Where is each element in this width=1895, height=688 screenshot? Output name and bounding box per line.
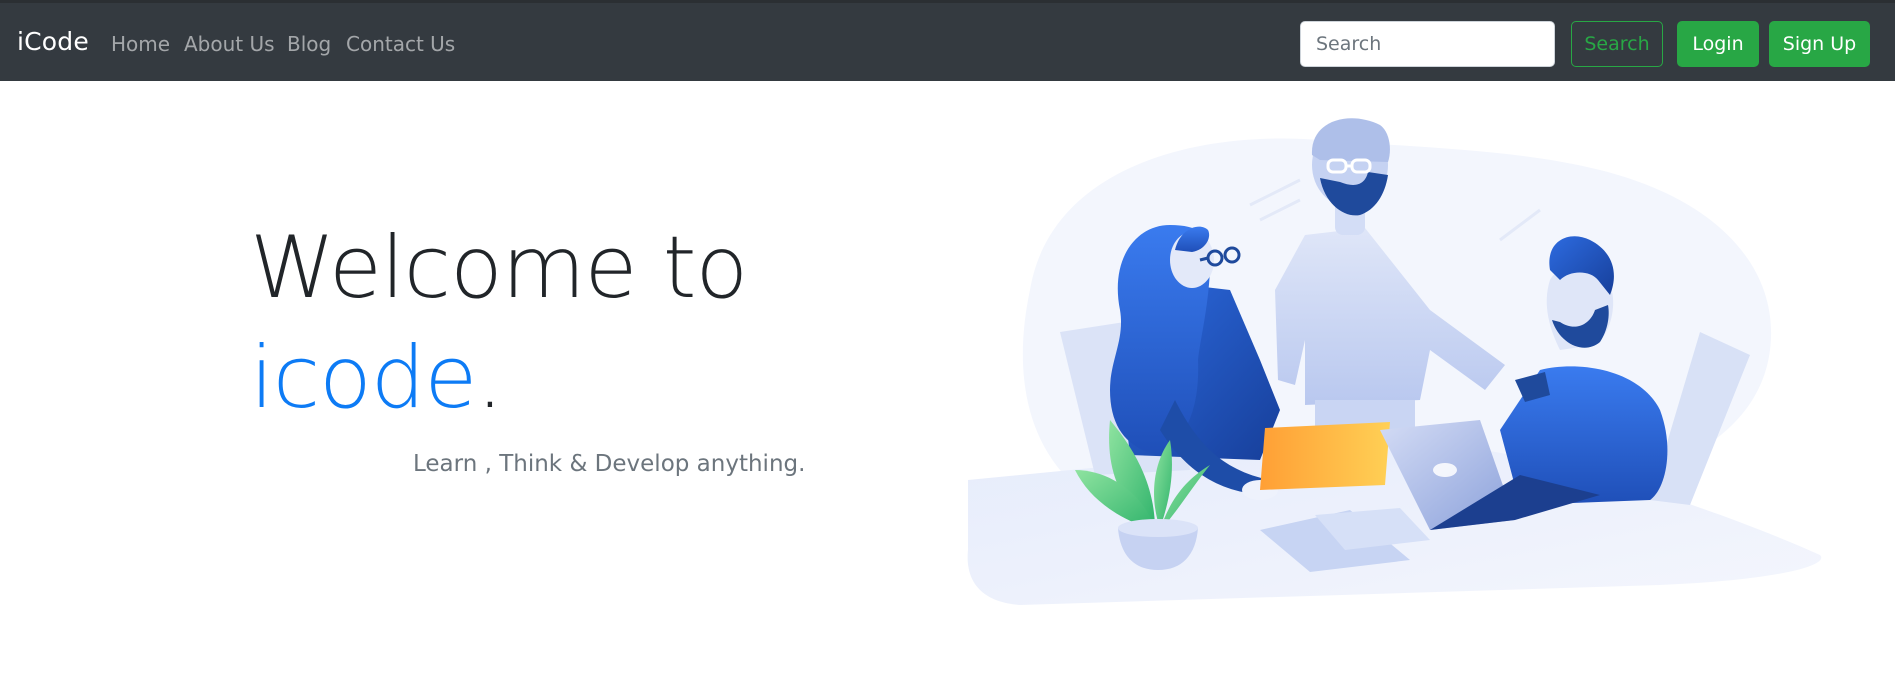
search-button[interactable]: Search [1571,21,1663,67]
nav-contact-us[interactable]: Contact Us [346,32,455,56]
brand-logo[interactable]: iCode [17,27,89,56]
hero-brand-word: icode [250,328,477,428]
signup-button[interactable]: Sign Up [1769,21,1870,67]
nav-about-us[interactable]: About Us [184,32,275,56]
search-input[interactable] [1300,21,1555,67]
hero-heading-line1: Welcome to [250,218,748,318]
folder-icon [1260,422,1390,490]
nav-blog[interactable]: Blog [287,32,331,56]
team-meeting-illustration [967,118,1822,605]
nav-home[interactable]: Home [111,32,170,56]
hero-period: . [476,328,503,428]
login-button[interactable]: Login [1677,21,1759,67]
hero-tagline: Learn , Think & Develop anything. [413,451,806,477]
hero-heading-line2: icode. [250,335,504,421]
navbar: iCode Home About Us Blog Contact Us Sear… [0,3,1895,81]
